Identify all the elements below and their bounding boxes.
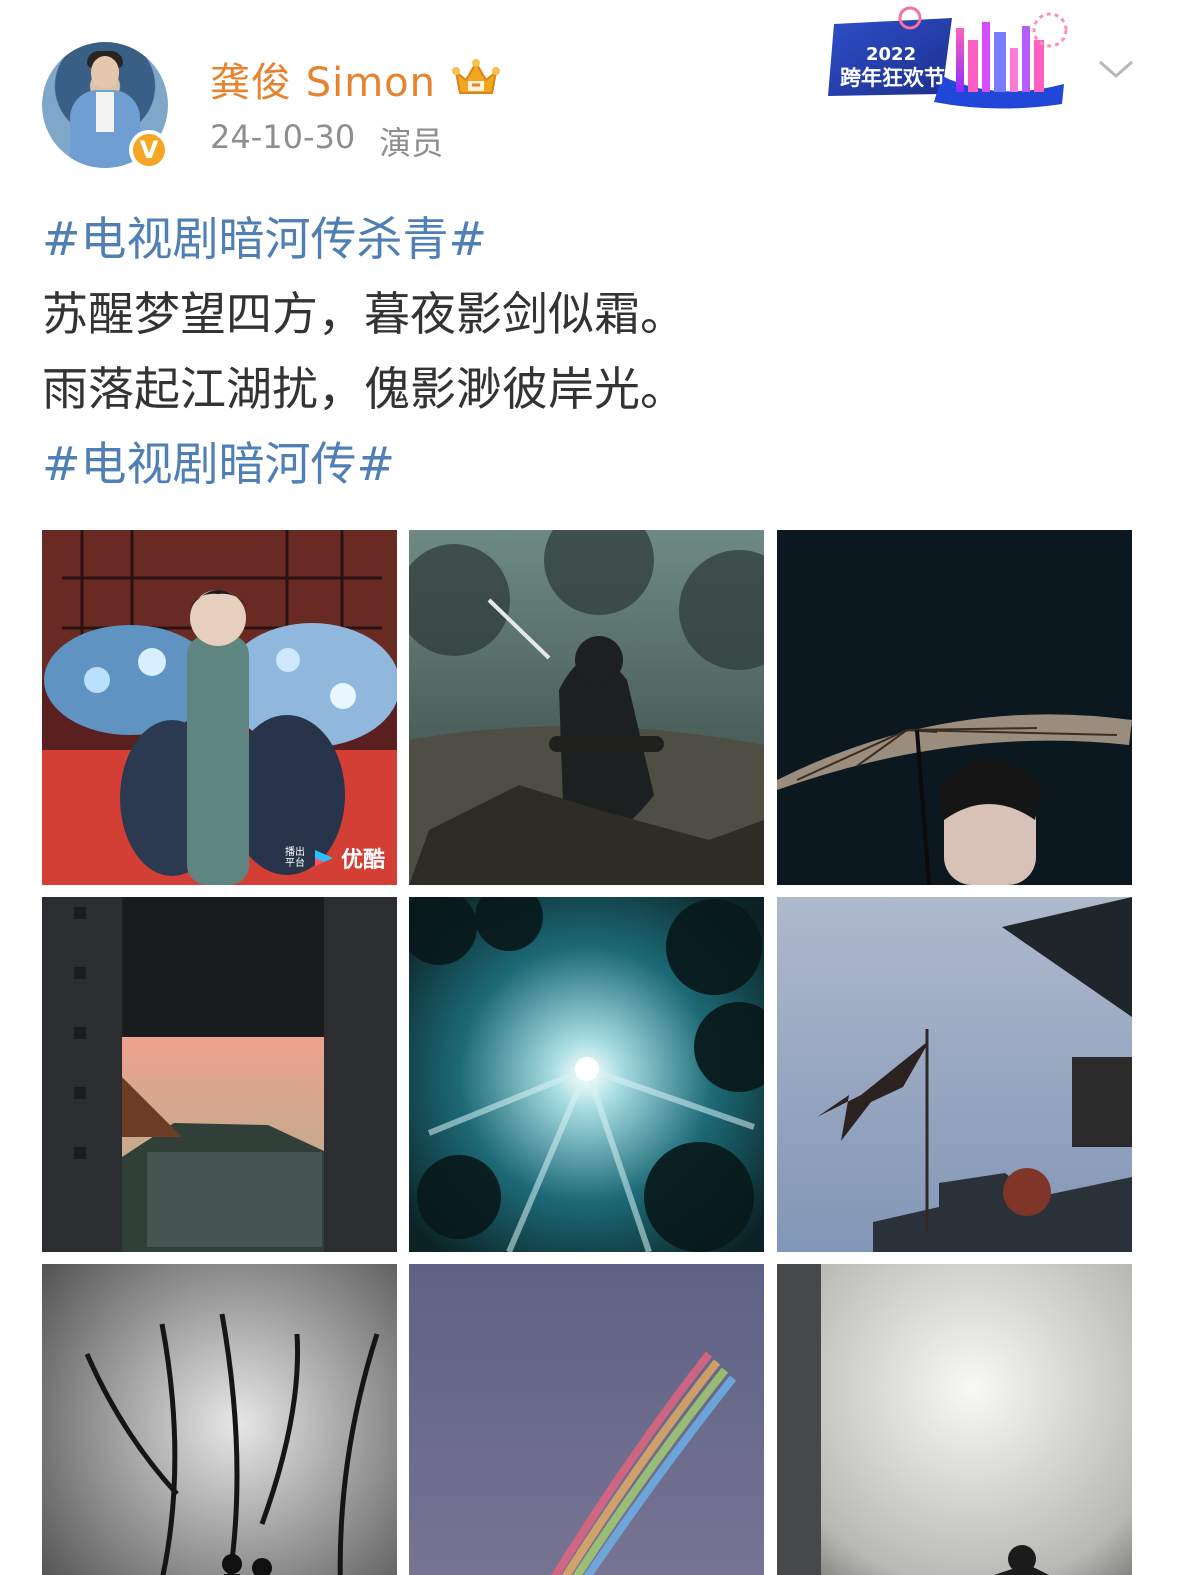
photo-misty-trees-image [42, 1264, 397, 1575]
photo-hazy-image [777, 1264, 1132, 1575]
photo-grid: 播出平台 优酷 [42, 530, 1132, 1575]
photo-bouquet[interactable]: 播出平台 优酷 [42, 530, 397, 885]
photo-rainbow[interactable] [409, 1264, 764, 1575]
topic-hashtag-top[interactable]: #电视剧暗河传杀青# [42, 202, 1142, 277]
photo-forest-light-image [409, 897, 764, 1252]
youku-watermark-label: 播出平台 [285, 847, 305, 869]
username[interactable]: 龚俊 Simon [210, 50, 436, 108]
new-year-festival-banner[interactable]: 2022 跨年狂欢节 [826, 6, 1068, 110]
avatar-shirt [96, 92, 114, 132]
photo-misty-trees[interactable] [42, 1264, 397, 1575]
username-row: 龚俊 Simon [210, 52, 502, 106]
photo-swordsman[interactable] [409, 530, 764, 885]
post-date: 24-10-30 [210, 118, 356, 156]
photo-sunset-image [42, 897, 397, 1252]
crown-icon[interactable] [450, 57, 502, 101]
svg-text:2022: 2022 [866, 44, 916, 65]
photo-hazy-silhouette[interactable] [777, 1264, 1132, 1575]
photo-swordsman-image [409, 530, 764, 885]
user-role: 演员 [379, 124, 444, 162]
post-meta: 24-10-30 演员 [210, 118, 443, 164]
photo-rainbow-image [409, 1264, 764, 1575]
post-body: #电视剧暗河传杀青# 苏醒梦望四方，暮夜影剑似霜。 雨落起江湖扰，傀影渺彼岸光。… [42, 202, 1142, 502]
photo-forest-light[interactable] [409, 897, 764, 1252]
youku-watermark: 播出平台 优酷 [285, 842, 385, 874]
post-line-2: 雨落起江湖扰，傀影渺彼岸光。 [42, 362, 686, 416]
youku-logo-icon [315, 850, 333, 866]
topic-hashtag-bottom[interactable]: #电视剧暗河传# [42, 427, 1142, 502]
photo-umbrella-portrait[interactable] [777, 530, 1132, 885]
verified-badge-icon: V [129, 130, 169, 170]
svg-text:跨年狂欢节: 跨年狂欢节 [840, 66, 945, 90]
post-header: V 龚俊 Simon 24-10-30 演员 2022 跨年狂欢节 [0, 0, 1179, 190]
photo-umbrella-image [777, 530, 1132, 885]
photo-bouquet-image [42, 530, 397, 885]
avatar-face [91, 56, 119, 88]
post-line-1: 苏醒梦望四方，暮夜影剑似霜。 [42, 287, 686, 341]
photo-sunset-gateway[interactable] [42, 897, 397, 1252]
photo-flag-image [777, 897, 1132, 1252]
photo-flag-rooftop[interactable] [777, 897, 1132, 1252]
youku-watermark-brand: 优酷 [341, 848, 386, 873]
chevron-down-icon[interactable] [1098, 56, 1134, 84]
